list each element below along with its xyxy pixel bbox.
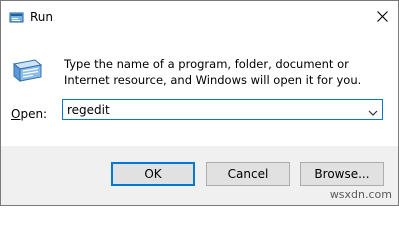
window-title: Run bbox=[30, 10, 54, 24]
watermark: wsxdn.com bbox=[329, 188, 392, 201]
open-combobox[interactable] bbox=[62, 99, 383, 120]
run-program-icon bbox=[11, 52, 45, 86]
title-bar[interactable]: Run bbox=[1, 1, 398, 32]
dialog-description: Type the name of a program, folder, docu… bbox=[64, 57, 362, 87]
close-button[interactable] bbox=[366, 1, 398, 32]
run-dialog: Run Type the name of a program, folder, … bbox=[0, 0, 399, 206]
open-label-text: pen: bbox=[20, 107, 48, 121]
chevron-down-icon[interactable] bbox=[367, 104, 379, 116]
cancel-button[interactable]: Cancel bbox=[206, 162, 290, 186]
open-input[interactable] bbox=[65, 101, 359, 118]
close-icon bbox=[376, 11, 388, 22]
dialog-footer: OK Cancel Browse... wsxdn.com bbox=[1, 146, 398, 205]
dialog-body: Type the name of a program, folder, docu… bbox=[1, 32, 398, 146]
run-icon bbox=[9, 9, 25, 25]
ok-button[interactable]: OK bbox=[111, 162, 195, 186]
open-label: Open: bbox=[11, 107, 47, 121]
browse-button[interactable]: Browse... bbox=[300, 162, 384, 186]
